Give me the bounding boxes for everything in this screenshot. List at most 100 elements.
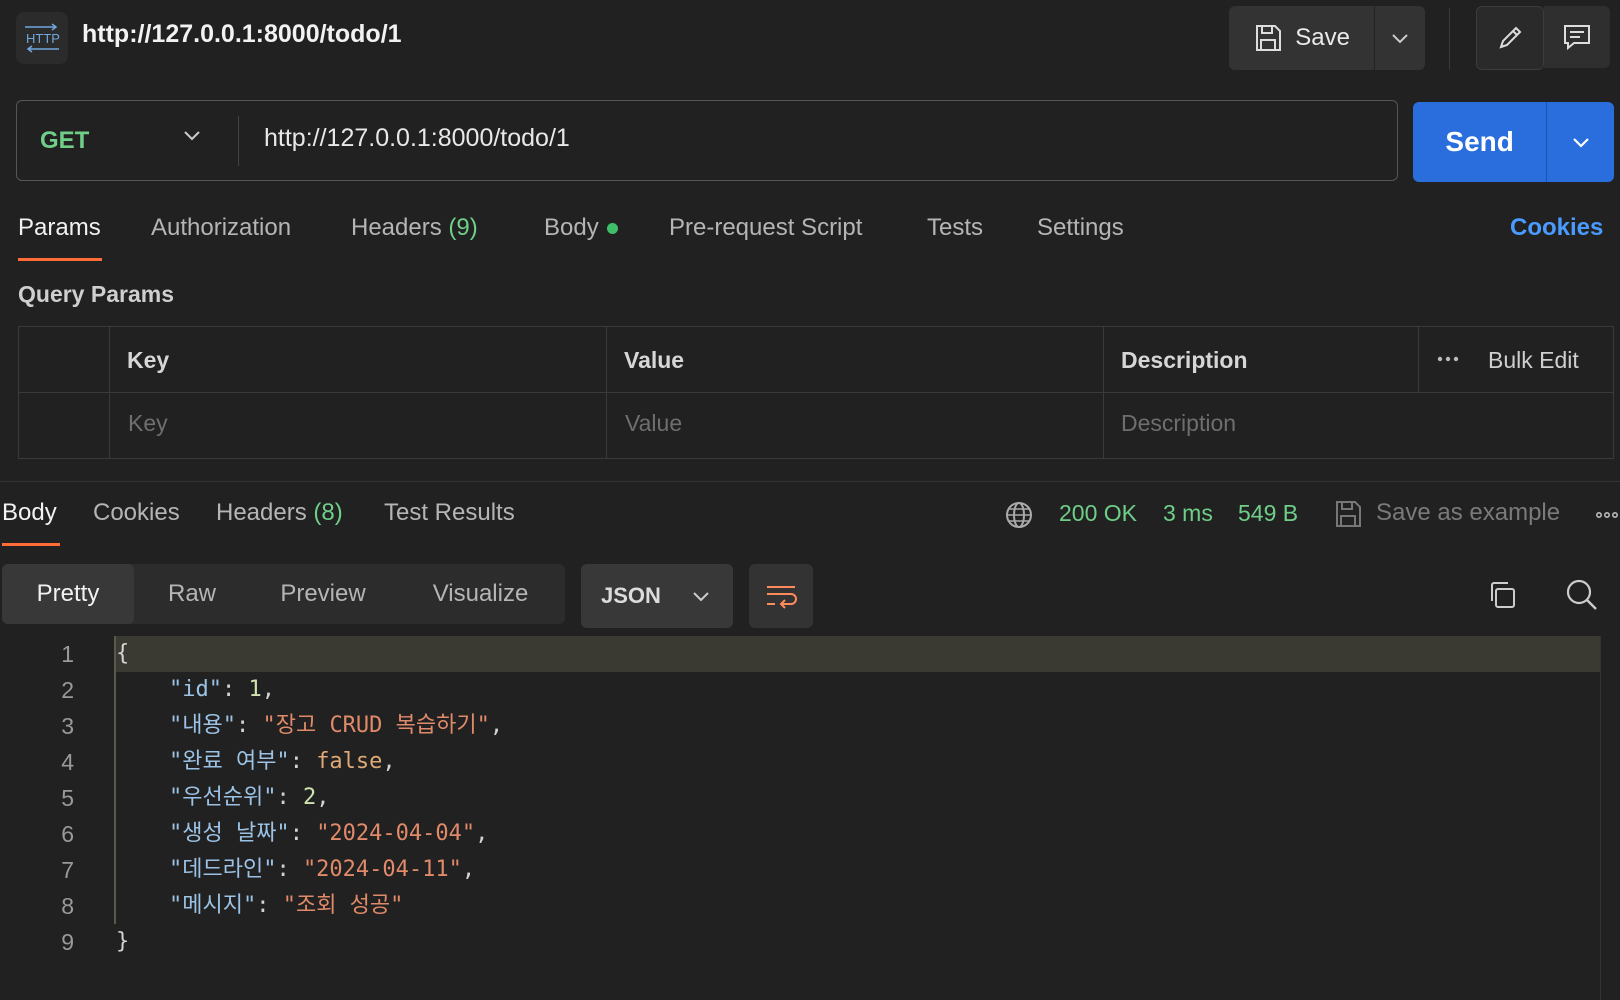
response-time[interactable]: 3 ms	[1163, 500, 1213, 527]
response-tab-headers[interactable]: Headers (8)	[216, 499, 343, 527]
more-options-icon[interactable]	[1594, 502, 1620, 528]
chevron-down-icon[interactable]	[182, 128, 202, 142]
value-input[interactable]: Value	[625, 410, 682, 437]
code-text: "내용": "장고 CRUD 복습하기",	[168, 713, 504, 738]
save-example-icon	[1333, 499, 1363, 529]
toolbar-divider	[1449, 8, 1450, 70]
json-key: "메시지"	[168, 893, 257, 918]
wrap-lines-button[interactable]	[749, 564, 813, 628]
line-number: 3	[61, 713, 74, 739]
send-button-group: Send	[1413, 102, 1614, 182]
code-text: "데드라인": "2024-04-11",	[168, 857, 476, 882]
tab-body-label: Body	[544, 214, 599, 241]
table-checkbox-column	[19, 327, 110, 458]
pane-divider[interactable]	[0, 481, 1620, 482]
json-trail: ,	[316, 785, 330, 810]
chevron-down-icon	[693, 592, 709, 602]
tab-authorization[interactable]: Authorization	[151, 214, 291, 242]
send-button[interactable]: Send	[1413, 102, 1548, 182]
request-title[interactable]: http://127.0.0.1:8000/todo/1	[82, 20, 402, 49]
url-separator	[238, 116, 239, 166]
response-tab-test-results[interactable]: Test Results	[384, 499, 515, 527]
column-header-value: Value	[624, 347, 685, 373]
code-line: 8 "메시지": "조회 성공"	[0, 888, 1620, 924]
pencil-icon	[1499, 26, 1522, 49]
chevron-down-icon	[1392, 34, 1408, 44]
json-key: "완료 여부"	[168, 749, 290, 774]
save-icon	[1253, 23, 1283, 53]
code-text: {	[116, 641, 130, 666]
json-trail: ,	[382, 749, 396, 774]
view-preview[interactable]: Preview	[250, 564, 396, 624]
send-options-button[interactable]	[1547, 102, 1614, 182]
response-tab-headers-label: Headers	[216, 499, 307, 526]
wrap-lines-icon	[767, 586, 797, 609]
code-text: "생성 날짜": "2024-04-04",	[168, 821, 489, 846]
view-raw[interactable]: Raw	[134, 564, 250, 624]
query-params-table: Key Value Description Bulk Edit Key Valu…	[18, 326, 1614, 459]
save-options-button[interactable]	[1375, 6, 1425, 70]
description-input[interactable]: Description	[1121, 410, 1236, 437]
url-input[interactable]	[264, 124, 1364, 153]
response-tab-cookies[interactable]: Cookies	[93, 499, 180, 527]
edit-button[interactable]	[1476, 6, 1544, 70]
json-trail: ,	[461, 857, 476, 882]
column-header-description: Description	[1121, 347, 1248, 373]
status-code[interactable]: 200 OK	[1059, 500, 1137, 527]
code-line: 2 "id": 1,	[0, 672, 1620, 708]
code-text: }	[116, 929, 130, 954]
save-button-group: Save	[1229, 6, 1425, 70]
search-icon[interactable]	[1565, 578, 1599, 612]
tab-body[interactable]: Body	[544, 214, 618, 242]
code-line: 5 "우선순위": 2,	[0, 780, 1620, 816]
chevron-down-icon	[1572, 138, 1589, 148]
line-number: 1	[61, 641, 74, 667]
format-select[interactable]: JSON	[581, 564, 733, 628]
tab-tests[interactable]: Tests	[927, 214, 983, 242]
line-number: 9	[61, 929, 74, 955]
json-key: "생성 날짜"	[168, 821, 290, 846]
json-key: "id"	[168, 677, 222, 702]
line-number: 5	[61, 785, 74, 811]
cookies-link[interactable]: Cookies	[1510, 214, 1603, 242]
response-tab-body[interactable]: Body	[2, 499, 57, 527]
more-options-icon[interactable]	[1435, 346, 1461, 372]
copy-icon[interactable]	[1486, 579, 1518, 611]
tab-params[interactable]: Params	[18, 214, 101, 242]
json-trail: ,	[475, 821, 489, 846]
globe-icon[interactable]	[1004, 500, 1034, 530]
body-indicator-dot	[606, 223, 618, 235]
save-as-example-button[interactable]: Save as example	[1376, 499, 1560, 527]
view-pretty[interactable]: Pretty	[2, 564, 134, 624]
json-value: "장고 CRUD 복습하기"	[262, 713, 490, 738]
tab-settings[interactable]: Settings	[1037, 214, 1124, 242]
json-trail: ,	[261, 677, 275, 702]
json-value: "2024-04-11"	[302, 857, 462, 882]
code-text: "id": 1,	[168, 677, 275, 702]
tab-pre-request-script[interactable]: Pre-request Script	[669, 214, 862, 242]
bulk-edit-button[interactable]: Bulk Edit	[1488, 347, 1579, 374]
json-key: "내용"	[168, 713, 236, 738]
comments-button[interactable]	[1544, 6, 1610, 68]
line-number: 4	[61, 749, 74, 775]
view-mode-segmented-control: Pretty Raw Preview Visualize	[2, 564, 565, 624]
svg-text:HTTP: HTTP	[26, 31, 60, 46]
code-text: "우선순위": 2,	[168, 785, 330, 810]
json-value: "2024-04-04"	[316, 821, 476, 846]
tab-headers-label: Headers	[351, 214, 442, 241]
save-button[interactable]: Save	[1229, 6, 1376, 70]
view-visualize[interactable]: Visualize	[396, 564, 565, 624]
json-key: "우선순위"	[168, 785, 277, 810]
code-text: "완료 여부": false,	[168, 749, 396, 774]
json-value: "조회 성공"	[282, 893, 404, 918]
key-input[interactable]: Key	[128, 410, 168, 437]
json-key: "데드라인"	[168, 857, 277, 882]
tab-headers[interactable]: Headers (9)	[351, 214, 478, 242]
code-line: 4 "완료 여부": false,	[0, 744, 1620, 780]
response-active-tab-indicator	[2, 543, 60, 546]
method-select[interactable]: GET	[40, 127, 89, 155]
active-tab-indicator	[18, 258, 102, 261]
http-icon: HTTP	[16, 12, 68, 64]
response-size[interactable]: 549 B	[1238, 500, 1298, 527]
format-select-value: JSON	[601, 583, 661, 608]
